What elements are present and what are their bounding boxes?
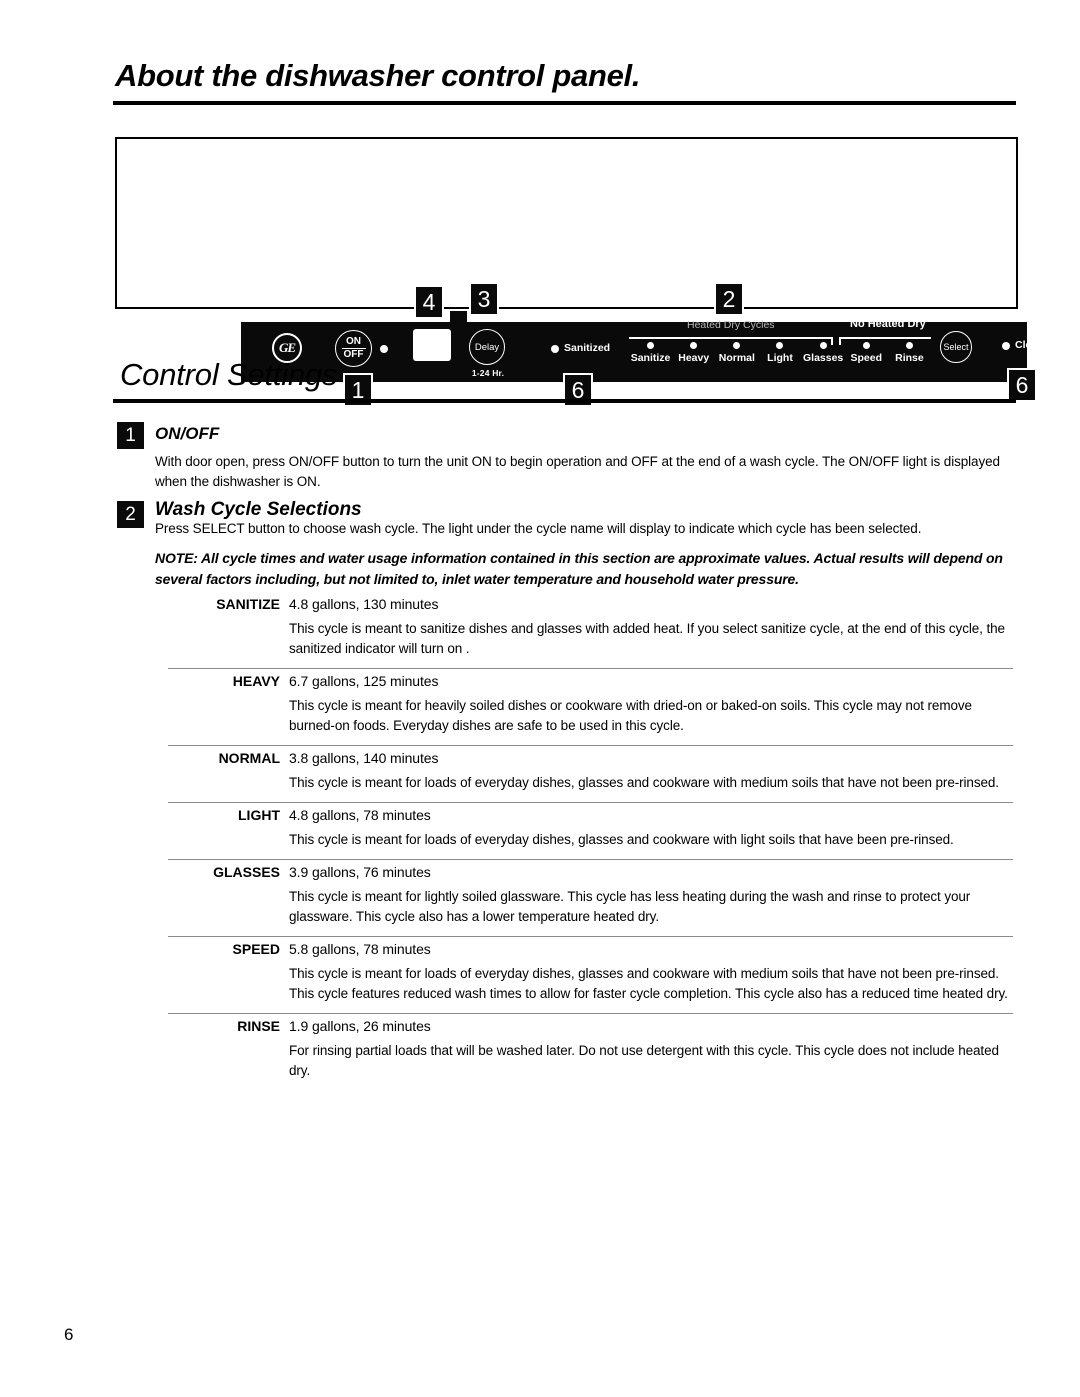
cycle-spec: 4.8 gallons, 78 minutes bbox=[289, 807, 431, 823]
cycle-indicator-light: Light bbox=[758, 342, 801, 364]
cycle-mark-label: Heavy bbox=[678, 352, 710, 364]
cycle-description: This cycle is meant for heavily soiled d… bbox=[289, 698, 972, 733]
cycle-row: NORMAL 3.8 gallons, 140 minutes This cyc… bbox=[168, 745, 1013, 802]
cycle-spec: 6.7 gallons, 125 minutes bbox=[289, 673, 439, 689]
heated-dry-cycles-label: Heated Dry Cycles bbox=[687, 319, 775, 331]
cycle-spec: 3.9 gallons, 76 minutes bbox=[289, 864, 431, 880]
section-divider bbox=[113, 399, 1016, 403]
cycle-row: RINSE 1.9 gallons, 26 minutes For rinsin… bbox=[168, 1013, 1013, 1090]
cycle-led-glasses bbox=[819, 342, 827, 349]
control-panel-diagram: GE ON OFF Delay 1-24 Hr. Sanitized Heate… bbox=[115, 137, 1044, 407]
page-number: 6 bbox=[64, 1325, 74, 1344]
clean-label: Clean bbox=[1015, 339, 1044, 351]
delay-range-label: 1-24 Hr. bbox=[471, 368, 505, 378]
select-button[interactable]: Select bbox=[940, 331, 972, 363]
cycle-name: LIGHT bbox=[238, 807, 280, 823]
cycle-spec: 5.8 gallons, 78 minutes bbox=[289, 941, 431, 957]
setting-body-onoff: With door open, press ON/OFF button to t… bbox=[155, 454, 1000, 489]
cycle-row: SPEED 5.8 gallons, 78 minutes This cycle… bbox=[168, 936, 1013, 1013]
section-title: Control Settings bbox=[120, 357, 338, 392]
no-heated-dry-bracket bbox=[839, 337, 931, 339]
cycle-name: GLASSES bbox=[213, 864, 280, 880]
setting-body-wash-cycle: Press SELECT button to choose wash cycle… bbox=[155, 521, 922, 536]
cycle-indicator-normal: Normal bbox=[715, 342, 758, 364]
no-heated-dry-label: No Heated Dry bbox=[850, 318, 926, 330]
on-label: ON bbox=[346, 335, 361, 347]
cycle-name: RINSE bbox=[237, 1018, 280, 1034]
delay-button[interactable]: Delay bbox=[469, 329, 505, 365]
cycle-indicator-sanitize: Sanitize bbox=[629, 342, 672, 364]
cycle-led-sanitize bbox=[647, 342, 655, 349]
cycle-indicator-heavy: Heavy bbox=[672, 342, 715, 364]
cycle-led-rinse bbox=[905, 342, 913, 349]
sanitized-label: Sanitized bbox=[564, 342, 611, 354]
cycle-description: This cycle is meant for loads of everyda… bbox=[289, 775, 999, 790]
cycle-row: LIGHT 4.8 gallons, 78 minutes This cycle… bbox=[168, 802, 1013, 859]
cycle-row: GLASSES 3.9 gallons, 76 minutes This cyc… bbox=[168, 859, 1013, 936]
cycle-led-speed bbox=[862, 342, 870, 349]
cycle-name: SPEED bbox=[232, 941, 280, 957]
callout-badge-6-clean: 6 bbox=[1007, 368, 1037, 402]
cycle-led-light bbox=[776, 342, 784, 349]
cycle-row: HEAVY 6.7 gallons, 125 minutes This cycl… bbox=[168, 668, 1013, 745]
cycle-mark-label: Normal bbox=[718, 352, 755, 364]
cycle-row: SANITIZE 4.8 gallons, 130 minutes This c… bbox=[168, 592, 1013, 668]
cycle-indicator-row: Sanitize Heavy Normal Light Glasses Spee… bbox=[629, 342, 931, 364]
cycle-spec: 3.8 gallons, 140 minutes bbox=[289, 750, 439, 766]
setting-badge-2: 2 bbox=[117, 501, 144, 528]
cycle-spec: 1.9 gallons, 26 minutes bbox=[289, 1018, 431, 1034]
cycle-spec: 4.8 gallons, 130 minutes bbox=[289, 596, 439, 612]
cycle-list: SANITIZE 4.8 gallons, 130 minutes This c… bbox=[168, 592, 1013, 1090]
callout-badge-4: 4 bbox=[414, 285, 444, 319]
title-divider bbox=[113, 101, 1016, 105]
cycle-indicator-glasses: Glasses bbox=[802, 342, 845, 364]
on-off-button[interactable]: ON OFF bbox=[335, 330, 372, 367]
cycle-description: This cycle is meant for loads of everyda… bbox=[289, 832, 954, 847]
cycle-led-heavy bbox=[690, 342, 698, 349]
sanitized-indicator-light bbox=[551, 345, 559, 353]
setting-heading-onoff: ON/OFF bbox=[155, 424, 220, 443]
cycle-mark-label: Sanitize bbox=[630, 352, 671, 364]
page-title: About the dishwasher control panel. bbox=[115, 58, 641, 93]
clean-indicator-light bbox=[1002, 342, 1010, 350]
cycle-name: HEAVY bbox=[232, 673, 280, 689]
cycle-description: This cycle is meant for loads of everyda… bbox=[289, 966, 1008, 1001]
cycle-mark-label: Speed bbox=[850, 352, 883, 364]
on-off-indicator-light bbox=[380, 345, 388, 353]
setting-note: NOTE: All cycle times and water usage in… bbox=[155, 550, 1003, 587]
setting-badge-1: 1 bbox=[117, 422, 144, 449]
off-label: OFF bbox=[343, 349, 364, 360]
cycle-mark-label: Glasses bbox=[802, 352, 844, 364]
cycle-name: NORMAL bbox=[218, 750, 280, 766]
cycle-description: This cycle is meant to sanitize dishes a… bbox=[289, 621, 1005, 656]
cycle-indicator-speed: Speed bbox=[845, 342, 888, 364]
cycle-indicator-rinse: Rinse bbox=[888, 342, 931, 364]
cycle-description: This cycle is meant for lightly soiled g… bbox=[289, 889, 971, 924]
cycle-description: For rinsing partial loads that will be w… bbox=[289, 1043, 999, 1078]
cycle-led-normal bbox=[733, 342, 741, 349]
cycle-name: SANITIZE bbox=[216, 596, 280, 612]
callout-badge-2: 2 bbox=[714, 282, 744, 316]
cycle-mark-label: Rinse bbox=[895, 352, 924, 364]
callout-badge-3: 3 bbox=[469, 282, 499, 316]
heated-dry-bracket bbox=[629, 337, 833, 339]
display-screen bbox=[413, 329, 451, 361]
faceplate-notch bbox=[450, 311, 467, 325]
setting-heading-wash-cycle: Wash Cycle Selections bbox=[155, 499, 362, 520]
cycle-mark-label: Light bbox=[767, 352, 793, 364]
